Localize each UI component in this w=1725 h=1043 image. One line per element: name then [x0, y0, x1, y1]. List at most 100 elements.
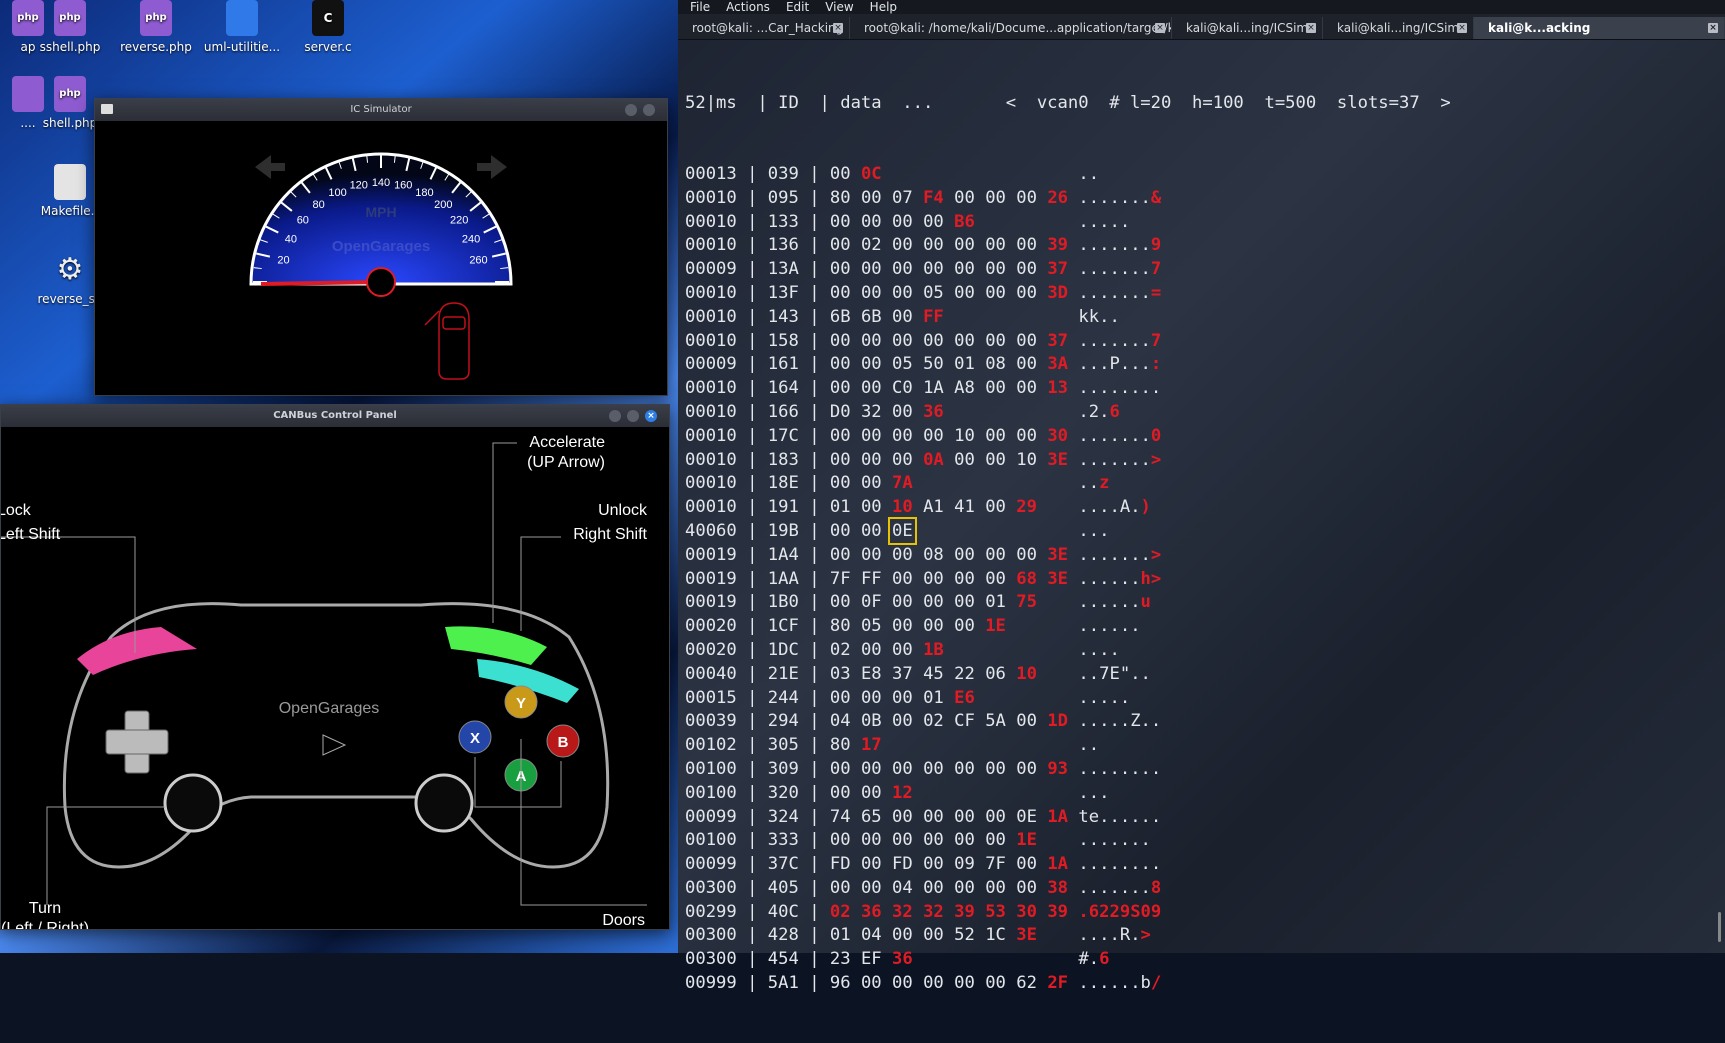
data-byte: 00: [985, 187, 1006, 208]
data-byte: 00: [923, 330, 944, 351]
close-tab-icon[interactable]: ×: [1155, 23, 1165, 33]
data-byte: 06: [985, 663, 1006, 684]
minimize-icon[interactable]: [609, 410, 621, 422]
can-frame-row: 00010 | 143 | 6B 6B 00 FF kk..: [685, 306, 1715, 330]
minimize-icon[interactable]: [625, 104, 637, 116]
data-byte: 00: [954, 592, 975, 613]
can-id: 158: [767, 330, 799, 351]
menu-item-view[interactable]: View: [825, 0, 853, 14]
data-byte: 1B: [923, 639, 944, 660]
control-panel-titlebar[interactable]: CANBus Control Panel ×: [1, 405, 669, 427]
ascii-char: .: [1099, 806, 1110, 827]
ascii-char: .: [1078, 592, 1089, 613]
separator: |: [798, 758, 830, 779]
can-id: 166: [767, 401, 799, 422]
terminal-tab[interactable]: root@kali: /home/kali/Docume...applicati…: [850, 17, 1172, 39]
separator: |: [798, 235, 830, 256]
terminal-tab[interactable]: root@kali: ...Car_Hacking ×: [678, 17, 850, 39]
menu-item-actions[interactable]: Actions: [726, 0, 770, 14]
terminal-tab[interactable]: kali@kali...ing/ICSim ×: [1323, 17, 1474, 39]
separator: |: [736, 782, 768, 803]
ascii-char: .: [1099, 306, 1110, 327]
terminal-tab[interactable]: kali@kali...ing/ICSim ×: [1172, 17, 1323, 39]
frame-interval: 00019: [685, 592, 737, 613]
data-byte: 00: [1016, 877, 1037, 898]
window-menu-icon[interactable]: [101, 104, 113, 114]
ascii-char: .: [1088, 830, 1100, 851]
ascii-char: >: [1150, 449, 1162, 470]
ascii-char: .: [1078, 663, 1089, 684]
desktop-icon[interactable]: Cserver.c: [278, 0, 378, 54]
ascii-char: .: [1109, 758, 1120, 779]
can-id: 161: [767, 354, 799, 375]
accelerate-key-label: (UP Arrow): [527, 454, 605, 471]
desktop-icon[interactable]: php sshell.php: [20, 0, 120, 54]
frame-interval: 00010: [685, 401, 737, 422]
speed-tick-label: 20: [277, 255, 289, 267]
ascii-char: .: [1099, 187, 1110, 208]
data-byte: 00: [985, 544, 1006, 565]
ascii-char: .: [1088, 877, 1100, 898]
data-byte: 00: [892, 449, 913, 470]
ascii-char: .: [1109, 235, 1120, 256]
maximize-icon[interactable]: [643, 104, 655, 116]
desktop-icon[interactable]: php reverse.php: [106, 0, 206, 54]
data-byte-empty: [923, 521, 944, 541]
close-tab-icon[interactable]: ×: [833, 23, 843, 33]
data-byte: 6B: [829, 306, 851, 327]
close-tab-icon[interactable]: ×: [1457, 23, 1467, 33]
menu-item-help[interactable]: Help: [870, 0, 897, 14]
data-byte: 1D: [1047, 711, 1069, 732]
desktop: php ap php sshell.php php reverse.php uml-util…: [0, 0, 678, 953]
maximize-icon[interactable]: [627, 410, 639, 422]
data-byte-empty: [1016, 688, 1037, 708]
terminal-window[interactable]: File Actions Edit View Help root@kali: ...Ca…: [678, 0, 1725, 993]
terminal-tab-label: root@kali: ...Car_Hacking: [692, 21, 844, 35]
ascii-char: .: [1078, 973, 1089, 994]
separator: |: [798, 211, 830, 232]
cansniffer-output[interactable]: 52|ms | ID | data ... < vcan0 # l=20 h=1…: [685, 44, 1715, 1043]
ic-simulator-titlebar[interactable]: IC Simulator: [95, 99, 667, 121]
ascii-char: .: [1099, 330, 1110, 351]
can-id: 294: [767, 711, 799, 732]
data-byte: 00: [985, 973, 1006, 994]
data-byte: 00: [829, 544, 851, 565]
ascii-char: R: [1119, 925, 1131, 946]
ascii-char: .: [1088, 711, 1100, 732]
menu-item-file[interactable]: File: [690, 0, 710, 14]
menu-item-edit[interactable]: Edit: [786, 0, 809, 14]
ascii-char: .: [1109, 544, 1120, 565]
desktop-icon[interactable]: uml-utilitie...: [192, 0, 292, 54]
close-tab-icon[interactable]: ×: [1708, 23, 1718, 33]
data-byte: 05: [923, 282, 944, 303]
canbus-control-panel-window[interactable]: CANBus Control Panel × OpenGarages Y X B: [0, 404, 670, 937]
separator: |: [736, 949, 768, 970]
close-icon[interactable]: ×: [645, 410, 657, 422]
ascii-char: .: [1130, 877, 1141, 898]
terminal-scrollbar[interactable]: [1718, 912, 1721, 942]
ascii-char: .: [1088, 854, 1100, 875]
terminal-tab[interactable]: kali@k...acking ×: [1474, 17, 1725, 39]
data-byte: 00: [860, 497, 882, 518]
ic-simulator-window[interactable]: IC Simulator 20 40 60 80 100 120 140 160 180 200 2…: [94, 98, 668, 396]
callout-lines: [1, 442, 647, 906]
close-tab-icon[interactable]: ×: [1306, 23, 1316, 33]
data-byte-empty: [1047, 688, 1068, 708]
